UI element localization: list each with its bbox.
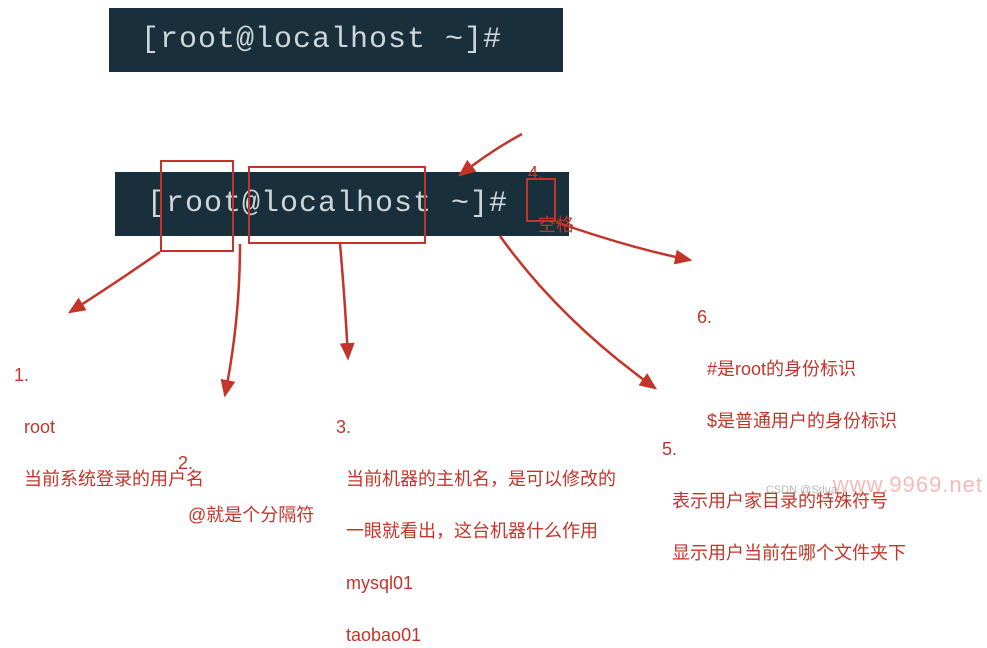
annotation-4-line1: 空格 [538, 215, 574, 235]
annotation-3-line4: taobao01 [346, 625, 421, 645]
arrow-root [70, 252, 160, 312]
annotation-1-num: 1. [14, 362, 204, 388]
annotation-4-num: 4. [528, 160, 574, 186]
annotation-2-num: 2. [178, 450, 314, 476]
watermark-csdn: CSDN @Srlua [766, 484, 837, 496]
annotation-5-num: 5. [662, 436, 906, 462]
annotation-4: 4. 空格 [528, 108, 574, 238]
annotation-3-line3: mysql01 [346, 573, 413, 593]
terminal-prompt-annotated: [root@localhost ~]# [115, 172, 569, 236]
annotation-6-line1: #是root的身份标识 [707, 359, 856, 379]
arrow-space [460, 134, 522, 175]
annotation-3-num: 3. [336, 414, 616, 440]
prompt-text-top: [root@localhost ~]# [141, 23, 502, 57]
terminal-prompt-top: [root@localhost ~]# [109, 8, 563, 72]
prompt-text-annotated: [root@localhost ~]# [147, 187, 508, 221]
annotation-3: 3. 当前机器的主机名，是可以修改的 一眼就看出，这台机器什么作用 mysql0… [336, 362, 616, 648]
arrow-hash [556, 222, 690, 260]
annotation-3-line2: 一眼就看出，这台机器什么作用 [346, 521, 598, 541]
annotation-3-line1: 当前机器的主机名，是可以修改的 [346, 469, 616, 489]
arrow-at [225, 244, 240, 395]
annotation-1: 1. root 当前系统登录的用户名 [14, 310, 204, 492]
annotation-6: 6. #是root的身份标识 $是普通用户的身份标识 [697, 252, 897, 434]
annotation-6-num: 6. [697, 304, 897, 330]
watermark-site: www.9969.net [833, 472, 983, 498]
annotation-1-line1: root [24, 417, 55, 437]
annotation-5-line2: 显示用户当前在哪个文件夹下 [672, 543, 906, 563]
annotation-2-line1: @就是个分隔符 [188, 505, 314, 525]
arrow-hostname [340, 244, 348, 358]
annotation-2: 2. @就是个分隔符 [178, 398, 314, 528]
annotation-6-line2: $是普通用户的身份标识 [707, 411, 897, 431]
